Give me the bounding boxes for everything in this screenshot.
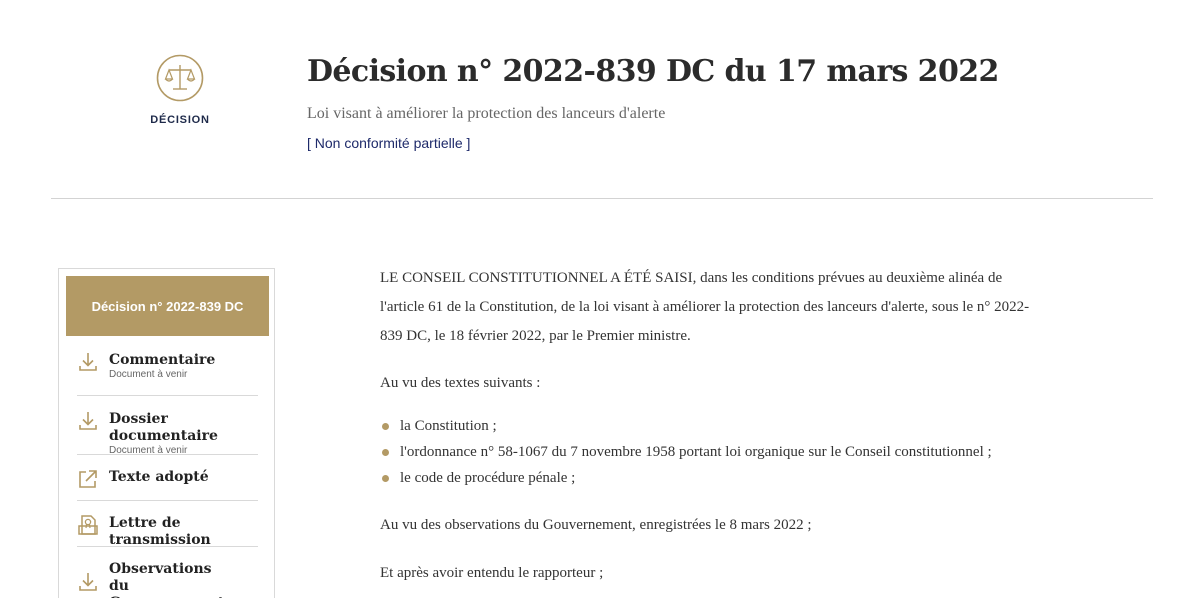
legal-texts-list: la Constitution ; l'ordonnance n° 58-106…	[380, 413, 1040, 491]
sidebar-item-dossier-documentaire[interactable]: Dossier documentaire Document à venir	[77, 411, 259, 456]
list-item: l'ordonnance n° 58-1067 du 7 novembre 19…	[380, 439, 1040, 465]
sidebar-divider	[77, 454, 258, 455]
sidebar-item-label: Texte adopté	[109, 469, 209, 485]
download-icon	[79, 573, 97, 591]
page-title: Décision n° 2022-839 DC du 17 mars 2022	[307, 54, 999, 89]
sidebar-item-sublabel: Document à venir	[109, 369, 188, 380]
sidebar-item-label: Dossier documentaire	[109, 411, 218, 444]
page-subtitle: Loi visant à améliorer la protection des…	[307, 105, 666, 122]
sidebar-item-observations-du-gouvernement[interactable]: Observations du Gouvernement	[77, 561, 259, 598]
sidebar-item-lettre-de-transmission[interactable]: Lettre de transmission	[77, 515, 259, 549]
seen-texts-heading: Au vu des textes suivants :	[380, 375, 541, 391]
sidebar-item-texte-adopte[interactable]: Texte adopté	[77, 469, 259, 490]
sidebar: Décision n° 2022-839 DC Commentaire Docu…	[58, 268, 275, 598]
sidebar-divider	[77, 546, 258, 547]
rapporteur-paragraph: Et après avoir entendu le rapporteur ;	[380, 565, 604, 581]
scales-of-justice-icon	[156, 54, 204, 102]
list-item: la Constitution ;	[380, 413, 1040, 439]
sidebar-divider	[77, 500, 258, 501]
decision-logo: DÉCISION	[137, 54, 223, 126]
sidebar-item-label: Commentaire	[109, 352, 216, 368]
status-tag: [ Non conformité partielle ]	[307, 135, 471, 151]
header-divider	[51, 198, 1153, 199]
observations-paragraph: Au vu des observations du Gouvernement, …	[380, 517, 812, 533]
intro-paragraph: LE CONSEIL CONSTITUTIONNEL A ÉTÉ SAISI, …	[380, 270, 1030, 344]
list-item: le code de procédure pénale ;	[380, 465, 1040, 491]
external-link-icon	[79, 470, 97, 488]
sidebar-item-label: Observations du Gouvernement	[109, 561, 224, 598]
sidebar-item-decision-active[interactable]: Décision n° 2022-839 DC	[66, 276, 269, 336]
sidebar-divider	[77, 395, 258, 396]
sidebar-item-label: Lettre de transmission	[109, 515, 211, 548]
document-seal-icon	[78, 515, 98, 535]
logo-label: DÉCISION	[150, 114, 210, 126]
decision-text: LE CONSEIL CONSTITUTIONNEL A ÉTÉ SAISI, …	[380, 264, 1040, 581]
sidebar-item-commentaire[interactable]: Commentaire Document à venir	[77, 352, 259, 380]
download-icon	[79, 412, 97, 430]
download-icon	[79, 353, 97, 371]
